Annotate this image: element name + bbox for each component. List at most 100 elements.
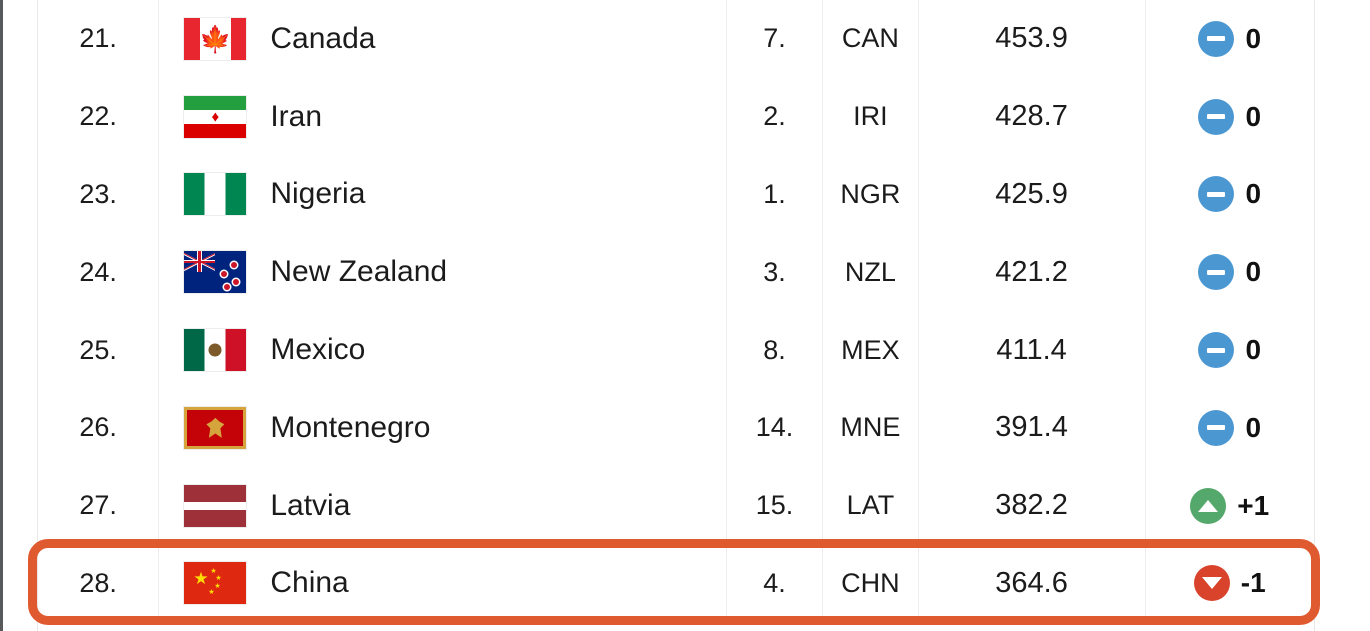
table-row[interactable]: 23. Nigeria 1. NGR 425.9 0 — [38, 155, 1314, 234]
change-indicator: 0 — [1198, 332, 1262, 369]
points-cell: 453.9 — [917, 0, 1145, 78]
confederation-rank-cell: 8. — [725, 311, 822, 389]
change-cell: 0 — [1144, 77, 1314, 156]
triangle-down-circle-icon — [1193, 565, 1230, 602]
table-row[interactable]: 28. ★ ★ ★ ★ ★ China 4. CHN 364.6 -1 — [38, 544, 1314, 623]
confederation-rank-cell: 2. — [725, 77, 822, 156]
new-zealand-flag — [184, 251, 247, 294]
country-name: Iran — [270, 99, 323, 133]
change-value: 0 — [1245, 411, 1262, 443]
country-name: Montenegro — [270, 410, 431, 444]
change-value: 0 — [1245, 334, 1262, 366]
points-cell: 364.6 — [917, 544, 1145, 623]
points-cell: 411.4 — [917, 311, 1145, 389]
nigeria-flag — [184, 173, 247, 216]
flag-wrapper — [182, 406, 248, 449]
ranking-table: 21. 🍁 Canada 7. CAN 453.9 0 22. ♦ Iran 2. IRI 428.7 0… — [37, 0, 1315, 631]
change-cell: 0 — [1144, 311, 1314, 389]
confederation-rank-cell: 15. — [725, 466, 822, 545]
country-cell: New Zealand — [158, 233, 726, 312]
confederation-rank-value: 8. — [763, 334, 786, 365]
country-cell: 🍁 Canada — [158, 0, 726, 78]
rank-value: 21. — [79, 23, 117, 54]
country-code-value: LAT — [846, 490, 895, 521]
confederation-rank-value: 3. — [763, 256, 786, 287]
triangle-up-circle-icon — [1190, 487, 1227, 524]
rank-cell: 21. — [38, 0, 158, 78]
country-name: Canada — [270, 21, 376, 55]
points-value: 382.2 — [995, 489, 1068, 522]
country-code-value: MNE — [840, 412, 901, 443]
change-value: 0 — [1245, 22, 1262, 54]
rank-cell: 23. — [38, 156, 158, 234]
points-cell: 391.4 — [917, 388, 1145, 467]
points-value: 425.9 — [995, 177, 1068, 210]
confederation-rank-value: 15. — [755, 490, 794, 521]
rank-value: 26. — [79, 412, 117, 443]
confederation-rank-value: 7. — [763, 23, 786, 54]
confederation-rank-cell: 3. — [725, 233, 822, 312]
change-indicator: 0 — [1198, 98, 1262, 135]
minus-circle-icon — [1198, 98, 1235, 135]
flag-wrapper — [182, 173, 248, 216]
rank-cell: 25. — [38, 311, 158, 389]
table-row[interactable]: 27. Latvia 15. LAT 382.2 +1 — [38, 466, 1314, 545]
flag-wrapper — [182, 329, 248, 372]
country-code-value: NGR — [840, 178, 901, 209]
country-code-cell: CAN — [822, 0, 917, 78]
rank-value: 23. — [79, 178, 117, 209]
confederation-rank-cell: 4. — [725, 544, 822, 623]
points-value: 421.2 — [995, 255, 1068, 288]
points-value: 391.4 — [995, 411, 1068, 444]
change-cell: 0 — [1144, 388, 1314, 467]
rank-value: 25. — [79, 334, 117, 365]
minus-circle-icon — [1198, 254, 1235, 291]
flag-wrapper — [182, 251, 248, 294]
table-row[interactable]: 24. New Zealand 3. NZL 421.2 0 — [38, 233, 1314, 312]
change-cell: -1 — [1144, 544, 1314, 623]
table-row[interactable]: 26. Montenegro 14. MNE 391.4 0 — [38, 388, 1314, 467]
country-cell: ♦ Iran — [158, 77, 726, 156]
change-cell: +1 — [1144, 466, 1314, 545]
country-name: Nigeria — [270, 177, 366, 211]
confederation-rank-value: 14. — [755, 412, 794, 443]
country-code-cell: LAT — [822, 466, 917, 545]
montenegro-flag — [184, 406, 247, 449]
country-code-cell: NZL — [822, 233, 917, 312]
table-row[interactable]: 25. Mexico 8. MEX 411.4 0 — [38, 311, 1314, 389]
flag-wrapper: ★ ★ ★ ★ ★ — [182, 562, 248, 605]
confederation-rank-cell: 14. — [725, 388, 822, 467]
canada-flag: 🍁 — [184, 17, 247, 60]
change-cell: 0 — [1144, 0, 1314, 78]
country-name: New Zealand — [270, 255, 448, 289]
rank-cell: 26. — [38, 389, 158, 467]
change-indicator: 0 — [1198, 20, 1262, 57]
change-indicator: 0 — [1198, 176, 1261, 213]
minus-circle-icon — [1198, 409, 1235, 446]
confederation-rank-value: 2. — [763, 101, 786, 132]
confederation-rank-value: 1. — [763, 178, 786, 209]
table-row[interactable]: 22. ♦ Iran 2. IRI 428.7 0 — [38, 77, 1314, 156]
table-row[interactable]: 21. 🍁 Canada 7. CAN 453.9 0 — [38, 0, 1314, 78]
country-code-cell: CHN — [822, 544, 917, 623]
change-indicator: 0 — [1198, 254, 1262, 291]
iran-flag: ♦ — [184, 95, 247, 138]
country-name: Latvia — [270, 488, 351, 522]
points-value: 453.9 — [995, 22, 1068, 55]
country-code-value: IRI — [853, 101, 888, 132]
change-indicator: 0 — [1198, 409, 1262, 446]
flag-wrapper: ♦ — [182, 95, 248, 138]
points-value: 428.7 — [995, 100, 1068, 133]
change-value: 0 — [1245, 100, 1262, 132]
confederation-rank-cell: 1. — [725, 155, 822, 234]
rank-value: 28. — [79, 567, 117, 598]
flag-wrapper: 🍁 — [182, 17, 248, 60]
rank-cell: 28. — [38, 545, 158, 623]
change-value: 0 — [1245, 256, 1262, 288]
flag-wrapper — [182, 484, 248, 527]
country-name: Mexico — [270, 333, 366, 367]
points-value: 364.6 — [995, 566, 1068, 599]
change-cell: 0 — [1144, 155, 1314, 234]
points-cell: 382.2 — [917, 466, 1145, 545]
country-name: China — [270, 566, 349, 600]
